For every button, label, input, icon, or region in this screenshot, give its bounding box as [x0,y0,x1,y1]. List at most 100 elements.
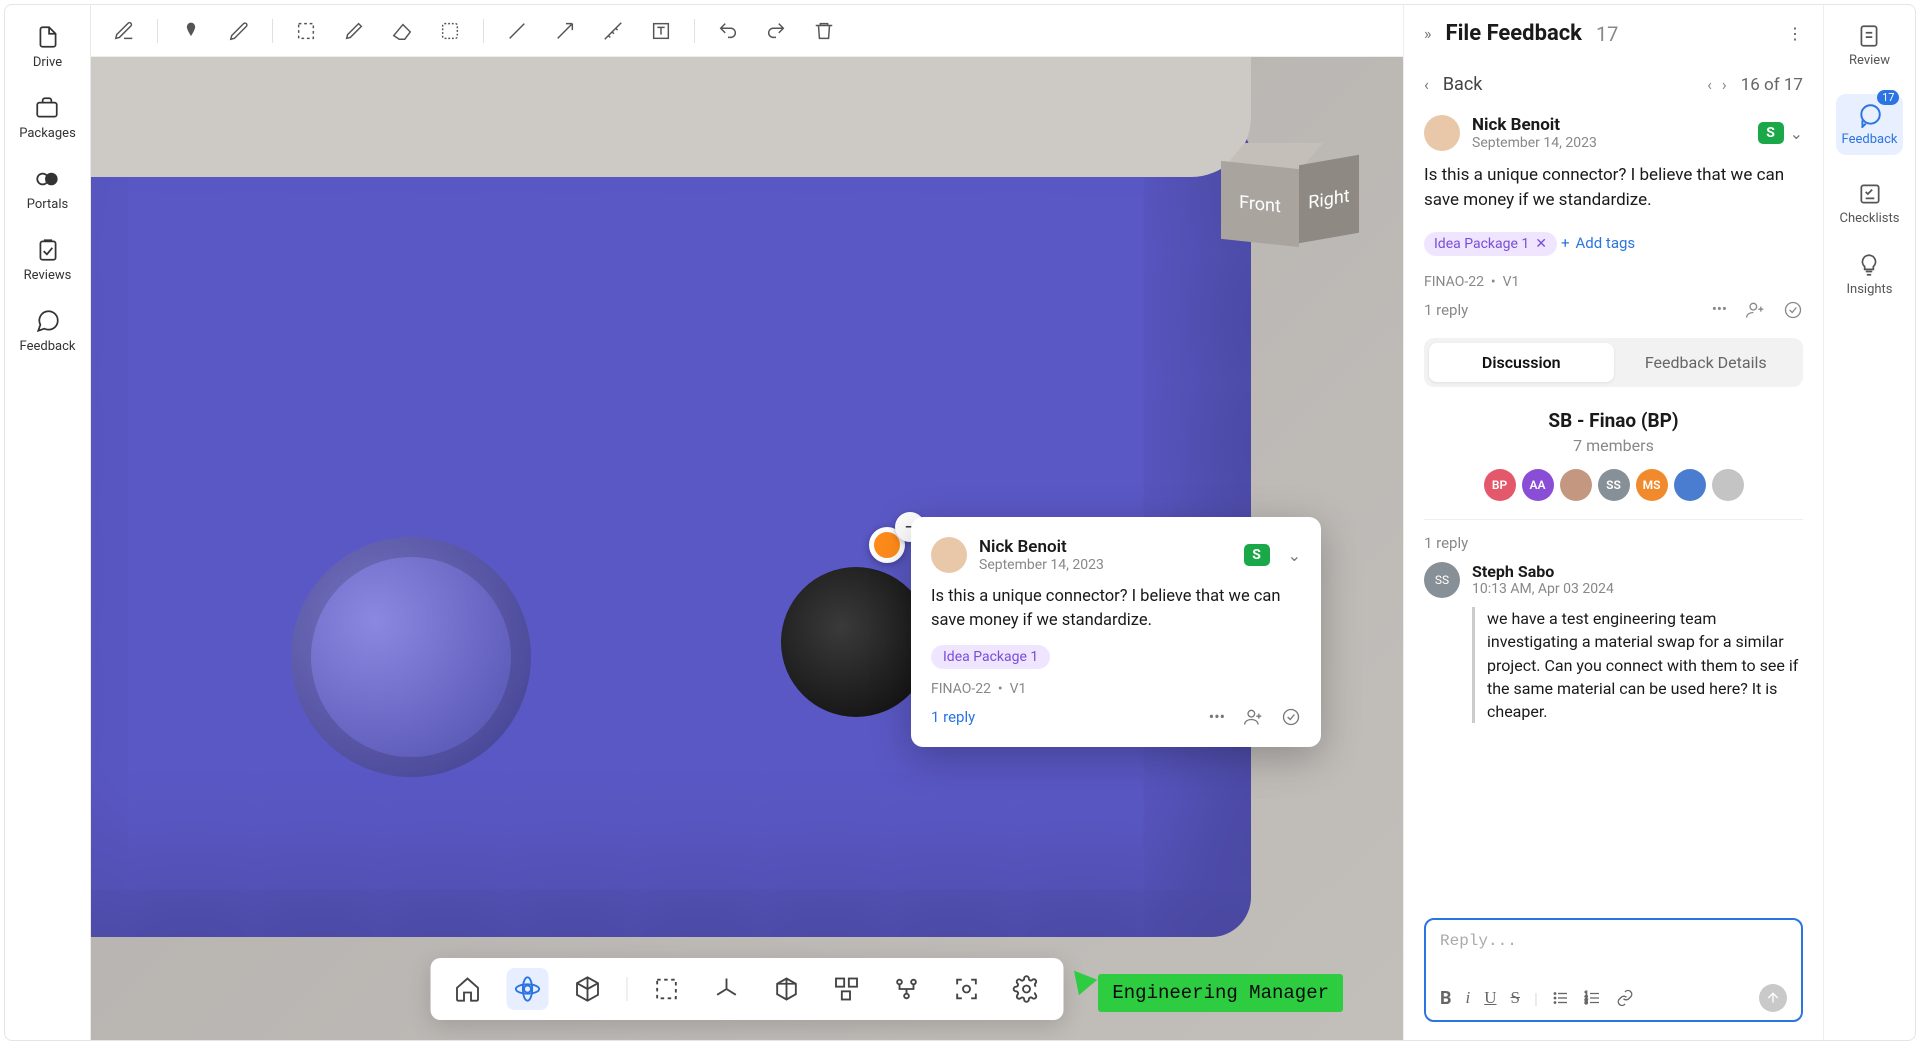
prev-feedback-icon[interactable]: ‹ [1707,75,1712,94]
left-sidebar: Drive Packages Portals Reviews Feedback [5,5,91,1040]
divider [483,19,484,43]
bullet-list-icon[interactable] [1552,989,1570,1007]
italic-button[interactable]: i [1466,988,1471,1008]
selection-rect-icon[interactable] [291,16,321,46]
section-icon[interactable] [646,968,688,1010]
text-icon[interactable] [646,16,676,46]
feedback-body: Is this a unique connector? I believe th… [1424,163,1803,212]
bold-button[interactable]: B [1440,988,1452,1009]
check-circle-icon[interactable] [1281,707,1301,727]
nav-feedback-label: Feedback [20,339,76,354]
member-avatar[interactable] [1712,469,1744,501]
explode-icon[interactable] [826,968,868,1010]
member-avatar[interactable]: MS [1636,469,1668,501]
back-button[interactable]: Back [1443,74,1483,95]
main-column: Front Right − Nick Benoit September 14, … [91,5,1403,1040]
edit-icon[interactable] [109,16,139,46]
nav-packages[interactable]: Packages [19,94,76,141]
viewport-3d[interactable]: Front Right − Nick Benoit September 14, … [91,57,1403,1040]
shape-icon[interactable] [435,16,465,46]
home-view-icon[interactable] [447,968,489,1010]
member-avatar[interactable] [1560,469,1592,501]
panel-menu-icon[interactable]: ⋮ [1787,24,1803,43]
feedback-tag[interactable]: Idea Package 1 ✕ [1424,232,1557,256]
divider [157,19,158,43]
back-chevron-icon[interactable]: ‹ [1424,75,1429,94]
line-icon[interactable] [502,16,532,46]
arrow-icon[interactable] [550,16,580,46]
axes-icon[interactable] [706,968,748,1010]
rail-feedback[interactable]: 17 Feedback [1836,94,1904,155]
add-tags-button[interactable]: + Add tags [1561,234,1635,252]
redo-icon[interactable] [761,16,791,46]
chevron-down-icon[interactable]: ⌄ [1790,124,1803,143]
chevron-down-icon[interactable]: ⌄ [1288,546,1301,565]
nav-portals-label: Portals [27,197,68,212]
reply-item: SS Steph Sabo 10:13 AM, Apr 03 2024 we h… [1424,562,1803,723]
viewcube-front[interactable]: Front [1221,161,1299,247]
rail-insights[interactable]: Insights [1846,252,1892,297]
review-icon [1856,23,1882,49]
nav-feedback[interactable]: Feedback [20,307,76,354]
measure-icon[interactable] [598,16,628,46]
checklist-icon [1857,181,1883,207]
member-avatar[interactable]: BP [1484,469,1516,501]
wireframe-icon[interactable] [766,968,808,1010]
view-cube[interactable]: Front Right [1221,147,1353,257]
isometric-icon[interactable] [567,968,609,1010]
tab-discussion[interactable]: Discussion [1429,343,1614,382]
strike-button[interactable]: S [1511,988,1520,1008]
more-icon[interactable]: ••• [1712,300,1727,320]
pencil-icon[interactable] [339,16,369,46]
member-avatar[interactable]: SS [1598,469,1630,501]
collapse-panel-icon[interactable]: » [1424,24,1432,43]
reply-input[interactable] [1440,932,1787,980]
pin-icon[interactable] [176,16,206,46]
focus-icon[interactable] [946,968,988,1010]
nav-drive[interactable]: Drive [33,23,62,70]
next-feedback-icon[interactable]: › [1722,75,1727,94]
trash-icon[interactable] [809,16,839,46]
feedback-tag-label: Idea Package 1 [1434,236,1529,252]
rail-review[interactable]: Review [1849,23,1890,68]
nav-portals[interactable]: Portals [27,165,68,212]
nav-packages-label: Packages [19,126,76,141]
feedback-version: V1 [1503,274,1520,290]
model-cylinder [291,537,531,777]
more-icon[interactable]: ••• [1209,707,1225,727]
member-avatar[interactable]: AA [1522,469,1554,501]
member-avatars: BPAA SSMS [1424,469,1803,501]
nav-reviews[interactable]: Reviews [24,236,72,283]
feedback-status-badge[interactable]: S [1758,122,1784,144]
member-avatar[interactable] [1674,469,1706,501]
reply-date: 10:13 AM, Apr 03 2024 [1472,581,1803,597]
settings-icon[interactable] [1006,968,1048,1010]
add-tags-label: Add tags [1575,234,1635,252]
add-person-icon[interactable] [1745,300,1765,320]
remove-tag-icon[interactable]: ✕ [1535,236,1547,252]
send-button[interactable] [1759,984,1787,1012]
tab-details[interactable]: Feedback Details [1614,343,1799,382]
rail-feedback-label: Feedback [1842,132,1898,147]
rail-checklists[interactable]: Checklists [1840,181,1900,226]
ordered-list-icon[interactable]: 123 [1584,989,1602,1007]
feedback-position: 16 of 17 [1741,75,1803,95]
briefcase-icon [33,94,61,122]
viewcube-right[interactable]: Right [1299,155,1359,244]
underline-button[interactable]: U [1484,988,1496,1008]
comment-tag[interactable]: Idea Package 1 [931,645,1050,669]
link-icon[interactable] [1616,989,1634,1007]
assembly-icon[interactable] [886,968,928,1010]
check-circle-icon[interactable] [1783,300,1803,320]
reply-avatar: SS [1424,562,1460,598]
eraser-icon[interactable] [387,16,417,46]
undo-icon[interactable] [713,16,743,46]
orbit-icon[interactable] [507,968,549,1010]
reply-link[interactable]: 1 reply [931,708,975,726]
feedback-author-avatar [1424,115,1460,151]
status-badge[interactable]: S [1244,544,1270,566]
add-person-icon[interactable] [1243,707,1263,727]
rail-checklists-label: Checklists [1840,211,1900,226]
nav-reviews-label: Reviews [24,268,72,283]
pen-icon[interactable] [224,16,254,46]
